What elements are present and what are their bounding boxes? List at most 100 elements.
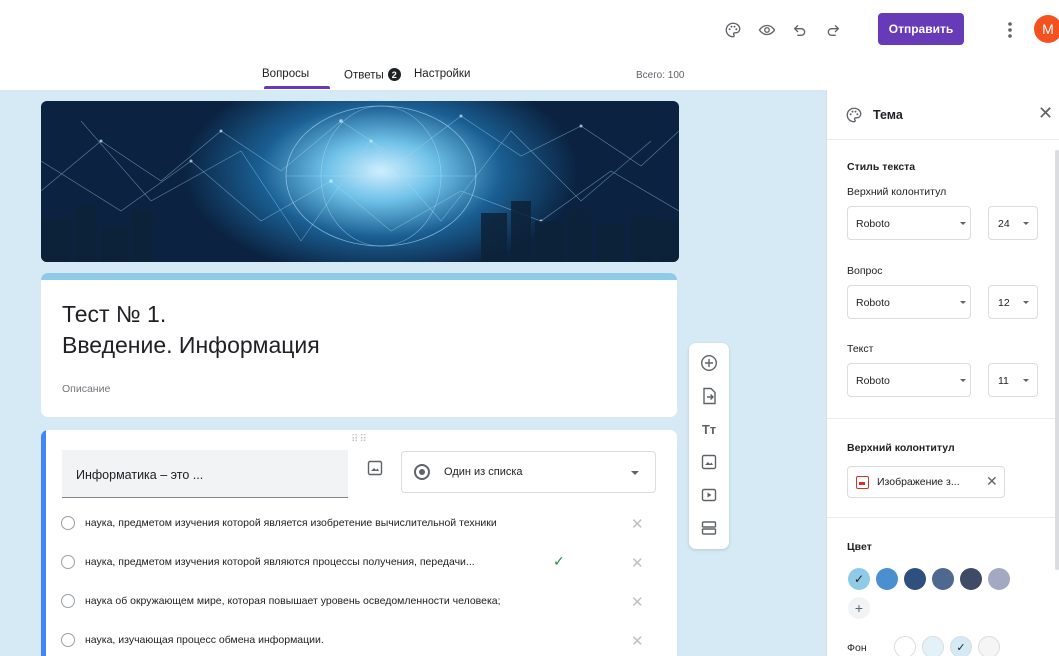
text-font-label: Текст (847, 343, 874, 355)
theme-accent-line (41, 273, 677, 280)
radio-circle-icon (61, 516, 75, 530)
text-font-select[interactable]: Roboto (847, 363, 971, 397)
color-swatch-selected[interactable]: ✓ (848, 568, 870, 590)
question-type-dropdown[interactable]: Один из списка (401, 451, 656, 493)
tab-answers[interactable]: Ответы 2 (344, 68, 401, 82)
text-size-value: 11 (998, 375, 1009, 387)
answers-count-badge: 2 (387, 68, 401, 81)
form-title[interactable]: Тест № 1. Введение. Информация (62, 299, 320, 361)
question-font-label: Вопрос (847, 265, 883, 277)
remove-option-icon[interactable]: ✕ (631, 554, 644, 572)
answer-option[interactable]: наука об окружающем мире, которая повыша… (61, 592, 661, 612)
chevron-down-icon (960, 222, 966, 225)
answer-option-text[interactable]: наука об окружающем мире, которая повыша… (85, 595, 501, 607)
add-title-icon[interactable]: Tт (699, 419, 719, 439)
divider (827, 418, 1059, 419)
send-button[interactable]: Отправить (878, 13, 964, 45)
form-title-card: Тест № 1. Введение. Информация Описание (41, 273, 677, 417)
add-image-icon[interactable] (367, 460, 383, 476)
background-swatch[interactable] (894, 636, 916, 656)
correct-answer-check-icon: ✓ (553, 553, 565, 569)
color-swatch[interactable] (876, 568, 898, 590)
color-swatch[interactable] (904, 568, 926, 590)
question-card: ⠿⠿ Информатика – это ... Один из списка … (41, 430, 677, 656)
header-banner-image (41, 101, 679, 262)
add-section-icon[interactable] (699, 518, 719, 538)
chevron-down-icon (1023, 379, 1029, 382)
remove-header-image-icon[interactable]: ✕ (986, 473, 998, 490)
question-size-value: 12 (998, 297, 1010, 309)
eye-icon[interactable] (754, 17, 780, 43)
chevron-down-icon (1023, 222, 1029, 225)
text-size-select[interactable]: 11 (988, 363, 1038, 397)
radio-circle-icon (61, 555, 75, 569)
answer-option[interactable]: наука, изучающая процесс обмена информац… (61, 631, 661, 651)
import-questions-icon[interactable] (699, 386, 719, 406)
radio-circle-icon (61, 633, 75, 647)
add-image-icon[interactable] (699, 452, 719, 472)
remove-option-icon[interactable]: ✕ (631, 515, 644, 533)
active-question-indicator (41, 430, 46, 656)
header-size-value: 24 (998, 218, 1010, 230)
question-title-input[interactable]: Информатика – это ... (62, 450, 348, 498)
answer-option[interactable]: наука, предметом изучения которой являют… (61, 553, 661, 573)
text-font-value: Roboto (856, 375, 890, 387)
question-font-select[interactable]: Roboto (847, 285, 971, 319)
sidebar-scrollbar[interactable] (1055, 150, 1059, 570)
radio-button-icon (414, 464, 430, 480)
answer-option-text[interactable]: наука, предметом изучения которой являет… (85, 517, 497, 529)
palette-icon[interactable] (720, 17, 746, 43)
color-swatch[interactable] (960, 568, 982, 590)
color-section-heading: Цвет (847, 541, 872, 553)
answer-option-text[interactable]: наука, предметом изучения которой являют… (85, 556, 475, 568)
text-style-heading: Стиль текста (847, 161, 916, 173)
undo-icon[interactable] (787, 17, 813, 43)
header-section-heading: Верхний колонтитул (847, 442, 955, 454)
drag-handle-icon[interactable]: ⠿⠿ (351, 434, 368, 445)
question-font-value: Roboto (856, 297, 890, 309)
background-swatch-selected[interactable]: ✓ (950, 636, 972, 656)
top-bar: Отправить M (0, 0, 1059, 62)
add-video-icon[interactable] (699, 485, 719, 505)
answer-option-text[interactable]: наука, изучающая процесс обмена информац… (85, 634, 324, 646)
add-question-icon[interactable] (699, 353, 719, 373)
question-type-label: Один из списка (444, 466, 523, 478)
header-font-value: Roboto (856, 218, 890, 230)
avatar[interactable]: M (1034, 15, 1059, 43)
chevron-down-icon (960, 301, 966, 304)
floating-toolbar: Tт (689, 343, 729, 549)
header-size-select[interactable]: 24 (988, 206, 1038, 240)
chevron-down-icon (1023, 301, 1029, 304)
close-icon[interactable]: ✕ (1038, 103, 1053, 124)
remove-option-icon[interactable]: ✕ (631, 632, 644, 650)
header-font-select[interactable]: Roboto (847, 206, 971, 240)
divider (827, 517, 1059, 518)
more-vert-icon[interactable] (997, 17, 1023, 43)
remove-option-icon[interactable]: ✕ (631, 593, 644, 611)
background-label: Фон (847, 642, 867, 654)
chevron-down-icon (631, 471, 639, 475)
color-swatch[interactable] (988, 568, 1010, 590)
background-swatch[interactable] (922, 636, 944, 656)
theme-sidebar-header: Тема ✕ (827, 90, 1059, 140)
tab-answers-label: Ответы (344, 69, 384, 82)
form-title-line2: Введение. Информация (62, 332, 320, 358)
theme-sidebar: Тема ✕ Стиль текста Верхний колонтитул R… (826, 90, 1059, 656)
background-swatch[interactable] (978, 636, 1000, 656)
header-image-name: Изображение з... (877, 476, 960, 488)
header-image-chip[interactable]: Изображение з... ✕ (847, 466, 1005, 498)
active-tab-indicator (264, 86, 330, 89)
tab-questions[interactable]: Вопросы (262, 68, 309, 80)
answer-option[interactable]: наука, предметом изучения которой являет… (61, 514, 661, 534)
radio-circle-icon (61, 594, 75, 608)
add-color-icon[interactable]: + (848, 597, 870, 619)
form-description[interactable]: Описание (62, 383, 110, 395)
image-icon (856, 476, 869, 489)
question-size-select[interactable]: 12 (988, 285, 1038, 319)
total-points: Всего: 100 (636, 70, 685, 81)
theme-title: Тема (873, 108, 903, 122)
form-title-line1: Тест № 1. (62, 301, 167, 327)
color-swatch[interactable] (932, 568, 954, 590)
tab-settings[interactable]: Настройки (414, 68, 470, 80)
redo-icon[interactable] (820, 17, 846, 43)
